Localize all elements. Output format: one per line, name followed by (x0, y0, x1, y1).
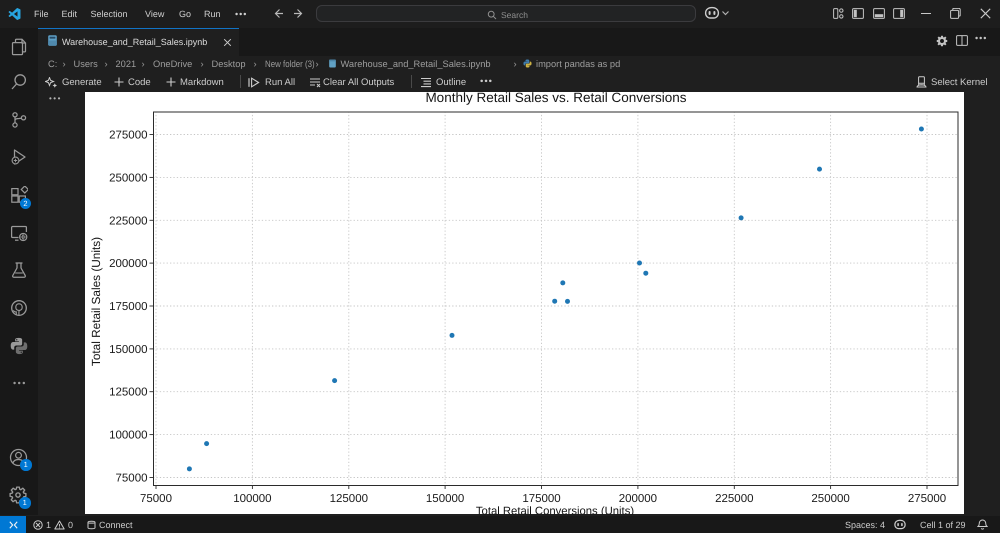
svg-text:275000: 275000 (908, 493, 946, 505)
svg-text:175000: 175000 (109, 301, 147, 313)
svg-text:125000: 125000 (330, 493, 368, 505)
svg-text:200000: 200000 (619, 493, 657, 505)
svg-text:100000: 100000 (109, 429, 147, 441)
svg-text:100000: 100000 (233, 493, 271, 505)
svg-text:175000: 175000 (522, 493, 560, 505)
svg-text:200000: 200000 (109, 258, 147, 270)
svg-text:225000: 225000 (109, 215, 147, 227)
svg-text:275000: 275000 (109, 129, 147, 141)
svg-text:75000: 75000 (116, 472, 148, 484)
svg-text:Total Retail Conversions (Unit: Total Retail Conversions (Units) (476, 505, 634, 515)
svg-text:150000: 150000 (109, 343, 147, 355)
svg-text:150000: 150000 (426, 493, 464, 505)
svg-text:125000: 125000 (109, 386, 147, 398)
svg-text:Monthly Retail Sales vs. Retai: Monthly Retail Sales vs. Retail Conversi… (425, 92, 686, 105)
svg-text:Total Retail Sales (Units): Total Retail Sales (Units) (89, 236, 103, 365)
svg-text:225000: 225000 (715, 493, 753, 505)
svg-text:250000: 250000 (811, 493, 849, 505)
svg-text:250000: 250000 (109, 172, 147, 184)
svg-text:75000: 75000 (140, 493, 172, 505)
